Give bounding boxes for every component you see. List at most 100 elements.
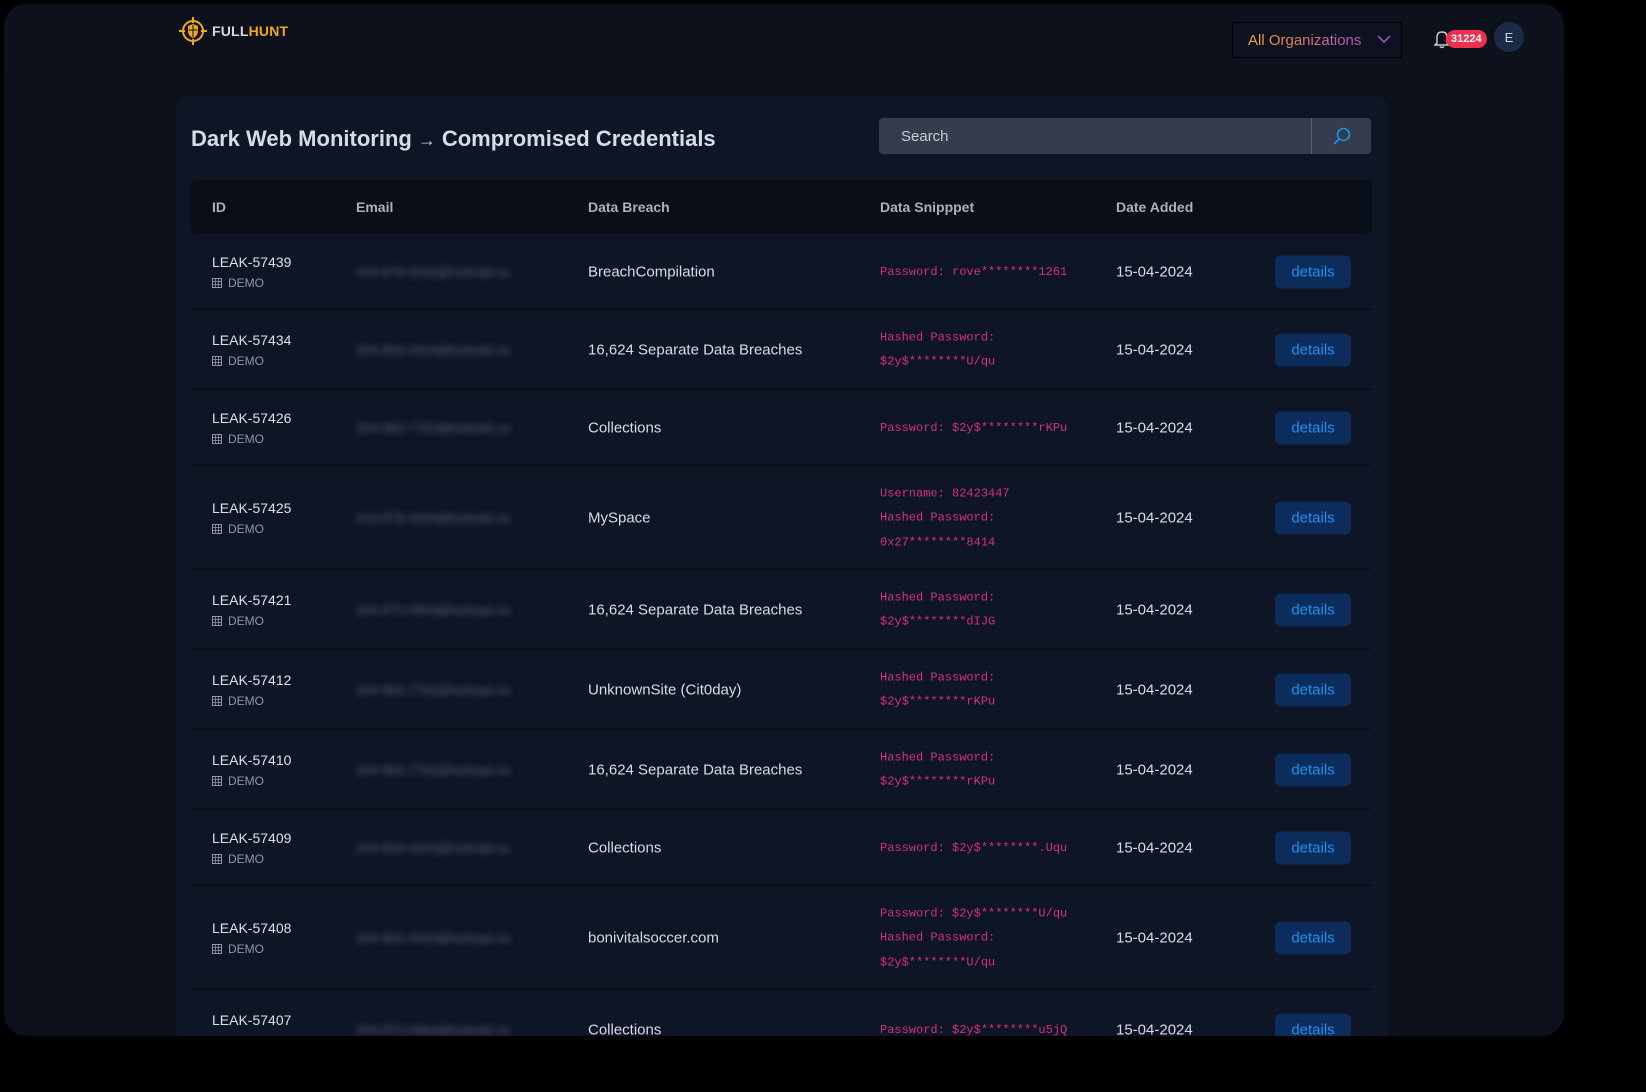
column-header-data-breach[interactable]: Data Breach bbox=[588, 199, 670, 215]
organization-name: DEMO bbox=[228, 851, 264, 866]
organization-name: DEMO bbox=[228, 353, 264, 368]
column-header-data-snippet[interactable]: Data Snipppet bbox=[880, 199, 974, 215]
email-redacted: 204-803-4424@hotmail.ca bbox=[356, 840, 510, 855]
date-added: 15-04-2024 bbox=[1116, 341, 1193, 358]
data-snippet-line: Hashed Password: bbox=[880, 930, 996, 945]
date-added: 15-04-2024 bbox=[1116, 761, 1193, 778]
table-row[interactable]: LEAK-57412 DEMO 204-963-7702@hotmail.ca … bbox=[191, 650, 1372, 730]
credentials-card: Dark Web Monitoring → Compromised Credenti… bbox=[176, 96, 1388, 1037]
id-cell: LEAK-57409 DEMO bbox=[212, 830, 291, 866]
organization-name: DEMO bbox=[228, 1034, 264, 1037]
leak-id[interactable]: LEAK-57421 bbox=[212, 592, 291, 608]
table-row[interactable]: LEAK-57425 DEMO 416-878-3249@hotmail.ca … bbox=[191, 466, 1372, 570]
organization-tag: DEMO bbox=[212, 276, 291, 290]
data-breach-name: 16,624 Separate Data Breaches bbox=[588, 761, 803, 778]
date-added: 15-04-2024 bbox=[1116, 929, 1193, 946]
email-redacted: 204-870-0964@hotmail.ca bbox=[356, 602, 510, 617]
email-redacted: 204-963-7702@hotmail.ca bbox=[356, 762, 510, 777]
organization-name: DEMO bbox=[228, 773, 264, 788]
building-icon bbox=[212, 615, 222, 626]
data-snippet-line: $2y$********U/qu bbox=[880, 354, 996, 369]
data-snippet-line: Password: $2y$********U/qu bbox=[880, 905, 1068, 920]
table-row[interactable]: LEAK-57408 DEMO 204-803-4424@hotmail.ca … bbox=[191, 886, 1372, 990]
email-redacted: 204-963-7702@hotmail.ca bbox=[356, 682, 510, 697]
details-button[interactable]: details bbox=[1275, 593, 1351, 626]
email-redacted: 416-878-3249@hotmail.ca bbox=[356, 264, 510, 279]
search-bar bbox=[879, 118, 1371, 154]
action-cell: details bbox=[1275, 333, 1351, 366]
id-cell: LEAK-57410 DEMO bbox=[212, 752, 291, 788]
search-input[interactable] bbox=[879, 118, 1311, 154]
table-header: ID Email Data Breach Data Snipppet Date … bbox=[191, 180, 1372, 234]
organization-selector[interactable]: All Organizations bbox=[1232, 22, 1402, 58]
data-snippet-line: Hashed Password: bbox=[880, 750, 996, 764]
details-button[interactable]: details bbox=[1275, 1013, 1351, 1036]
email-redacted: 204-803-4424@hotmail.ca bbox=[356, 342, 510, 357]
building-icon bbox=[212, 853, 222, 864]
notification-count-badge: 31224 bbox=[1446, 30, 1487, 48]
leak-id[interactable]: LEAK-57408 bbox=[212, 920, 291, 936]
organization-name: DEMO bbox=[228, 941, 264, 956]
details-button[interactable]: details bbox=[1275, 501, 1351, 534]
breadcrumb-arrow: → bbox=[417, 130, 436, 150]
data-snippet-line: Hashed Password: bbox=[880, 670, 996, 684]
email-redacted: 204-803-4424@hotmail.ca bbox=[356, 930, 510, 945]
details-button[interactable]: details bbox=[1275, 255, 1351, 288]
organization-name: DEMO bbox=[228, 275, 264, 290]
table-row[interactable]: LEAK-57421 DEMO 204-870-0964@hotmail.ca … bbox=[191, 570, 1372, 650]
id-cell: LEAK-57426 DEMO bbox=[212, 410, 291, 446]
leak-id[interactable]: LEAK-57412 bbox=[212, 672, 291, 688]
table-row[interactable]: LEAK-57439 DEMO 416-878-3249@hotmail.ca … bbox=[191, 234, 1372, 310]
data-snippet: Hashed Password: $2y$********rKPu bbox=[880, 745, 995, 794]
id-cell: LEAK-57434 DEMO bbox=[212, 332, 291, 368]
date-added: 15-04-2024 bbox=[1116, 839, 1193, 856]
data-snippet-line: Password: rove********1261 bbox=[880, 264, 1068, 279]
column-header-id[interactable]: ID bbox=[212, 199, 226, 215]
leak-id[interactable]: LEAK-57407 bbox=[212, 1012, 291, 1028]
leak-id[interactable]: LEAK-57410 bbox=[212, 752, 291, 768]
table-row[interactable]: LEAK-57426 DEMO 204-963-7702@hotmail.ca … bbox=[191, 390, 1372, 466]
logo[interactable]: FULLHUNT bbox=[178, 16, 288, 46]
column-header-date-added[interactable]: Date Added bbox=[1116, 199, 1193, 215]
data-snippet-line: Username: 82423447 bbox=[880, 485, 1010, 500]
leak-id[interactable]: LEAK-57439 bbox=[212, 254, 291, 270]
table-row[interactable]: LEAK-57409 DEMO 204-803-4424@hotmail.ca … bbox=[191, 810, 1372, 886]
building-icon bbox=[212, 695, 222, 706]
organization-tag: DEMO bbox=[212, 1034, 291, 1037]
organization-name: DEMO bbox=[228, 521, 264, 536]
action-cell: details bbox=[1275, 501, 1351, 534]
details-button[interactable]: details bbox=[1275, 673, 1351, 706]
data-breach-name: MySpace bbox=[588, 509, 651, 526]
data-snippet-line: $2y$********U/qu bbox=[880, 954, 996, 969]
details-button[interactable]: details bbox=[1275, 753, 1351, 786]
table-row[interactable]: LEAK-57407 DEMO 204-870-0964@hotmail.ca … bbox=[191, 990, 1372, 1037]
id-cell: LEAK-57412 DEMO bbox=[212, 672, 291, 708]
details-button[interactable]: details bbox=[1275, 411, 1351, 444]
leak-id[interactable]: LEAK-57425 bbox=[212, 500, 291, 516]
building-icon bbox=[212, 523, 222, 534]
app-window: FULLHUNT All Organizations 31224 E Dark … bbox=[0, 0, 1568, 1040]
data-snippet: Hashed Password: $2y$********dIJG bbox=[880, 585, 995, 634]
data-snippet: Hashed Password: $2y$********rKPu bbox=[880, 665, 995, 714]
details-button[interactable]: details bbox=[1275, 333, 1351, 366]
details-button[interactable]: details bbox=[1275, 831, 1351, 864]
user-avatar[interactable]: E bbox=[1494, 22, 1524, 52]
organization-name: DEMO bbox=[228, 613, 264, 628]
leak-id[interactable]: LEAK-57409 bbox=[212, 830, 291, 846]
data-snippet: Password: $2y$********U/qu Hashed Passwor… bbox=[880, 901, 1067, 975]
action-cell: details bbox=[1275, 673, 1351, 706]
organization-tag: DEMO bbox=[212, 522, 291, 536]
details-button[interactable]: details bbox=[1275, 921, 1351, 954]
column-header-email[interactable]: Email bbox=[356, 199, 393, 215]
data-snippet: Hashed Password: $2y$********U/qu bbox=[880, 325, 995, 374]
table-row[interactable]: LEAK-57434 DEMO 204-803-4424@hotmail.ca … bbox=[191, 310, 1372, 390]
search-button[interactable] bbox=[1311, 118, 1371, 154]
data-snippet: Password: $2y$********rKPu bbox=[880, 415, 1067, 440]
data-snippet-line: $2y$********dIJG bbox=[880, 614, 996, 629]
breadcrumb-dark-web-monitoring[interactable]: Dark Web Monitoring bbox=[191, 126, 412, 151]
search-icon bbox=[1332, 127, 1350, 145]
organization-name: DEMO bbox=[228, 693, 264, 708]
table-row[interactable]: LEAK-57410 DEMO 204-963-7702@hotmail.ca … bbox=[191, 730, 1372, 810]
leak-id[interactable]: LEAK-57434 bbox=[212, 332, 291, 348]
leak-id[interactable]: LEAK-57426 bbox=[212, 410, 291, 426]
